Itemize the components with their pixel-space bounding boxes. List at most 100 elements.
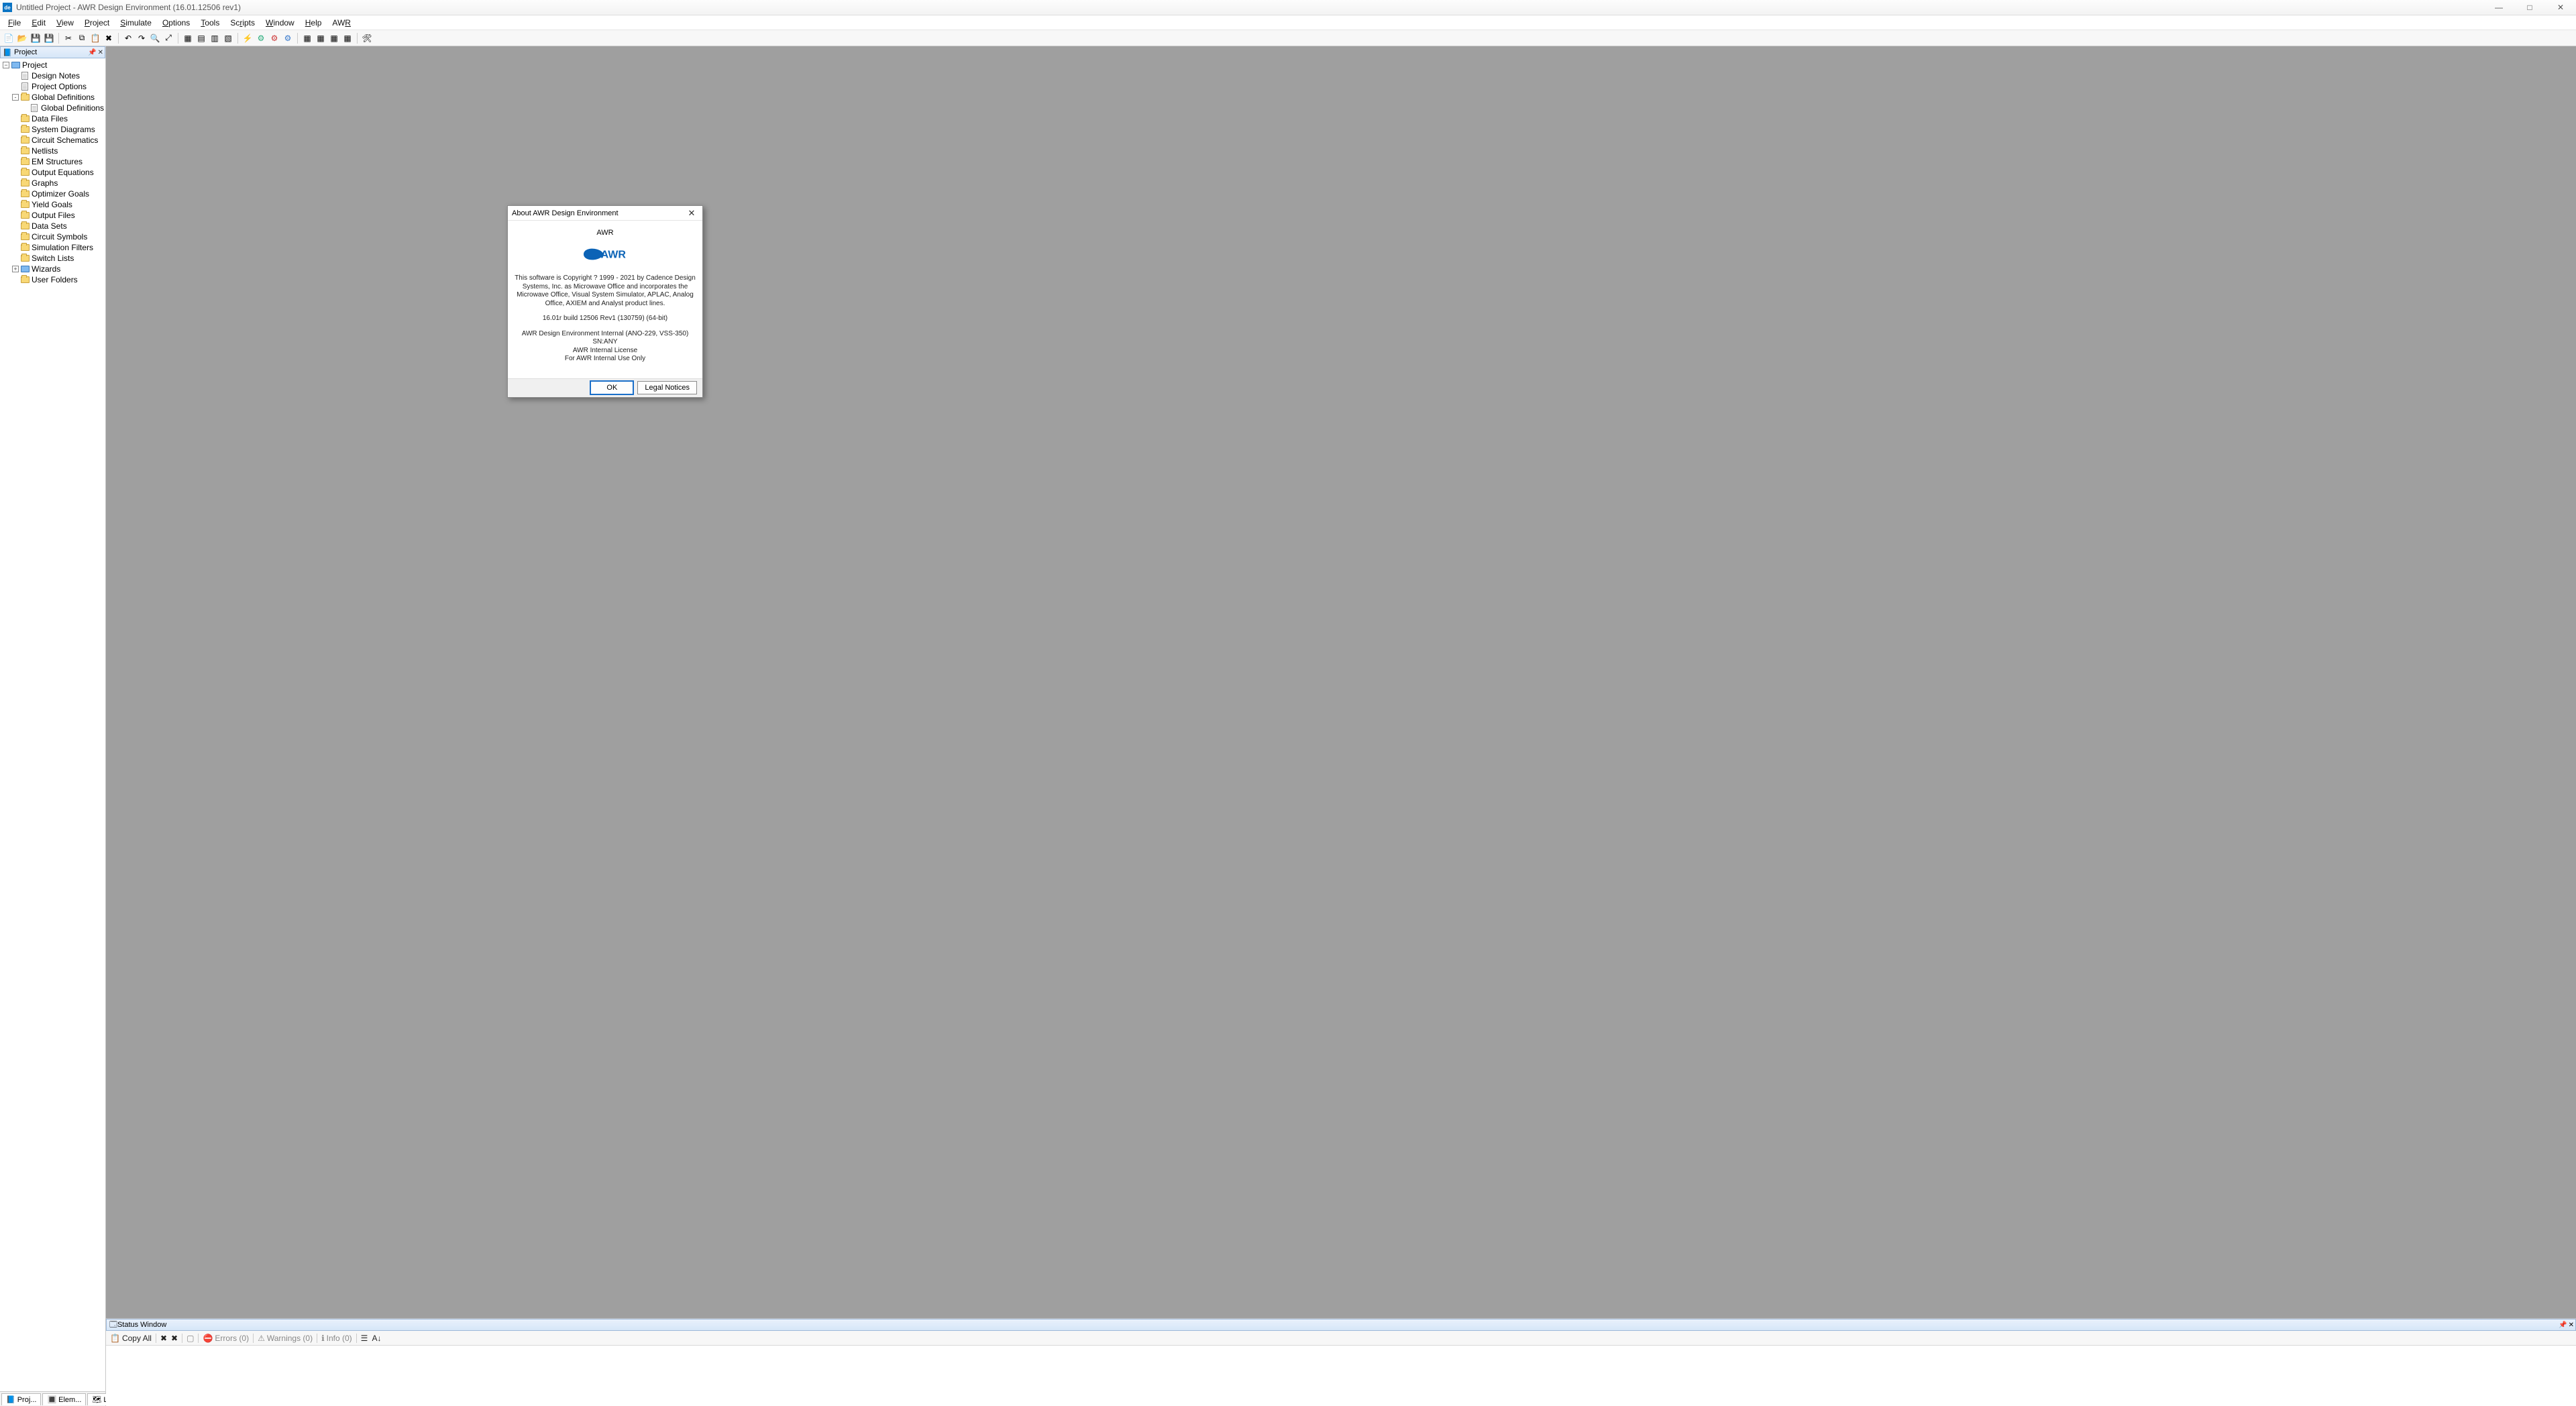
tree-item[interactable]: Data Sets (0, 221, 105, 231)
expand-icon[interactable]: + (12, 266, 19, 272)
dialog-footer: OK Legal Notices (508, 378, 702, 397)
menu-awr[interactable]: AWR (327, 17, 356, 29)
pin-icon[interactable]: 📌 (88, 49, 96, 56)
tab-elements[interactable]: 🔳Elem... (42, 1393, 86, 1405)
tree-item[interactable]: Circuit Symbols (0, 231, 105, 242)
clear-all-button[interactable]: ✖ (171, 1334, 178, 1343)
tree-item[interactable]: Global Definitions (0, 103, 105, 113)
panel1-icon[interactable]: ▦ (182, 32, 194, 44)
menu-tools[interactable]: Tools (195, 17, 225, 29)
ok-button[interactable]: OK (590, 381, 633, 394)
menu-edit[interactable]: Edit (26, 17, 51, 29)
tree-item[interactable]: Design Notes (0, 70, 105, 81)
collapse-icon[interactable]: − (3, 62, 9, 68)
tree-item-label: Netlists (32, 146, 58, 156)
tab-project[interactable]: 📘Proj... (1, 1393, 41, 1405)
delete-icon[interactable]: ✖ (103, 32, 115, 44)
tree-item[interactable]: EM Structures (0, 156, 105, 167)
tree-item-label: Global Definitions (41, 103, 104, 113)
tree-item[interactable]: Project Options (0, 81, 105, 92)
brand-small: AWR (515, 229, 696, 237)
grid-c-icon[interactable]: ▦ (328, 32, 340, 44)
list-view-icon[interactable]: ☰ (361, 1334, 368, 1343)
menu-simulate[interactable]: Simulate (115, 17, 157, 29)
tree-item[interactable]: Yield Goals (0, 199, 105, 210)
settings-icon[interactable]: 🛠 (361, 32, 373, 44)
minimize-button[interactable]: — (2483, 0, 2514, 15)
tree-item[interactable]: Netlists (0, 146, 105, 156)
menu-project[interactable]: Project (79, 17, 115, 29)
zoom-sel-icon[interactable]: 🔍 (149, 32, 161, 44)
menu-options[interactable]: Options (157, 17, 195, 29)
copy-icon[interactable]: ⧉ (76, 32, 88, 44)
tree-item[interactable]: Switch Lists (0, 253, 105, 264)
folder-icon (21, 115, 30, 122)
maximize-button[interactable]: □ (2514, 0, 2545, 15)
menu-window[interactable]: Window (260, 17, 300, 29)
yield-icon[interactable]: ⚙ (282, 32, 294, 44)
folder-icon (21, 191, 30, 197)
cut-icon[interactable]: ✂ (62, 32, 74, 44)
errors-filter[interactable]: ⛔ Errors (0) (203, 1334, 249, 1343)
legal-notices-button[interactable]: Legal Notices (637, 381, 697, 394)
project-tree[interactable]: − Project Design NotesProject Options-Gl… (0, 58, 105, 1391)
tree-root[interactable]: − Project (0, 60, 105, 70)
main-toolbar: 📄 📂 💾 💾 ✂ ⧉ 📋 ✖ ↶ ↷ 🔍 ⤢ ▦ ▤ ▥ ▧ ⚡ ⚙ ⚙ ⚙ … (0, 30, 2576, 46)
menu-help[interactable]: Help (300, 17, 327, 29)
tree-item[interactable]: System Diagrams (0, 124, 105, 135)
run-icon[interactable]: ⚡ (241, 32, 254, 44)
folder-icon (21, 126, 30, 133)
zoom-fit-icon[interactable]: ⤢ (162, 32, 174, 44)
redo-icon[interactable]: ↷ (136, 32, 148, 44)
status-body (106, 1346, 2576, 1406)
open-icon[interactable]: 📂 (16, 32, 28, 44)
panel-close-icon[interactable]: ✕ (98, 49, 103, 56)
clear-one-button[interactable]: ✖ (160, 1334, 167, 1343)
panel2-icon[interactable]: ▤ (195, 32, 207, 44)
tree-item[interactable]: Optimizer Goals (0, 188, 105, 199)
copy-all-button[interactable]: 📋 Copy All (110, 1334, 152, 1343)
collapse-icon[interactable]: - (12, 94, 19, 101)
close-button[interactable]: ✕ (2545, 0, 2576, 15)
tree-item[interactable]: -Global Definitions (0, 92, 105, 103)
tree-item-label: EM Structures (32, 157, 83, 166)
grid-b-icon[interactable]: ▦ (315, 32, 327, 44)
save-all-icon[interactable]: 💾 (43, 32, 55, 44)
separator (357, 33, 358, 44)
separator (237, 33, 238, 44)
tree-item[interactable]: User Folders (0, 274, 105, 285)
dialog-close-icon[interactable]: ✕ (685, 208, 698, 219)
tune-icon[interactable]: ⚙ (255, 32, 267, 44)
panel4-icon[interactable]: ▧ (222, 32, 234, 44)
menu-view[interactable]: View (51, 17, 79, 29)
project-sidebar: 📘 Project 📌 ✕ − Project Design NotesProj… (0, 46, 106, 1406)
tree-item[interactable]: Data Files (0, 113, 105, 124)
tree-item-label: Graphs (32, 178, 58, 188)
tree-item-label: User Folders (32, 275, 78, 284)
panel3-icon[interactable]: ▥ (209, 32, 221, 44)
tree-item[interactable]: Circuit Schematics (0, 135, 105, 146)
paste-icon[interactable]: 📋 (89, 32, 101, 44)
undo-icon[interactable]: ↶ (122, 32, 134, 44)
title-bar: de Untitled Project - AWR Design Environ… (0, 0, 2576, 15)
grid-a-icon[interactable]: ▦ (301, 32, 313, 44)
optimize-icon[interactable]: ⚙ (268, 32, 280, 44)
status-close-icon[interactable]: ✕ (2569, 1321, 2574, 1329)
filter-button[interactable]: ▢ (186, 1334, 194, 1343)
warnings-filter[interactable]: ⚠ Warnings (0) (258, 1334, 313, 1343)
status-pin-icon[interactable]: 📌 (2559, 1321, 2567, 1329)
menu-scripts[interactable]: Scripts (225, 17, 260, 29)
grid-d-icon[interactable]: ▦ (341, 32, 354, 44)
tree-item[interactable]: Output Equations (0, 167, 105, 178)
info-filter[interactable]: ℹ Info (0) (321, 1334, 352, 1343)
tree-item[interactable]: Graphs (0, 178, 105, 188)
tree-item[interactable]: Output Files (0, 210, 105, 221)
menu-file[interactable]: File (3, 17, 26, 29)
dialog-titlebar[interactable]: About AWR Design Environment ✕ (508, 206, 702, 221)
save-icon[interactable]: 💾 (30, 32, 42, 44)
tree-item[interactable]: Simulation Filters (0, 242, 105, 253)
folder-icon (21, 233, 30, 240)
sort-icon[interactable]: A↓ (372, 1334, 381, 1343)
new-icon[interactable]: 📄 (3, 32, 15, 44)
tree-item[interactable]: +Wizards (0, 264, 105, 274)
